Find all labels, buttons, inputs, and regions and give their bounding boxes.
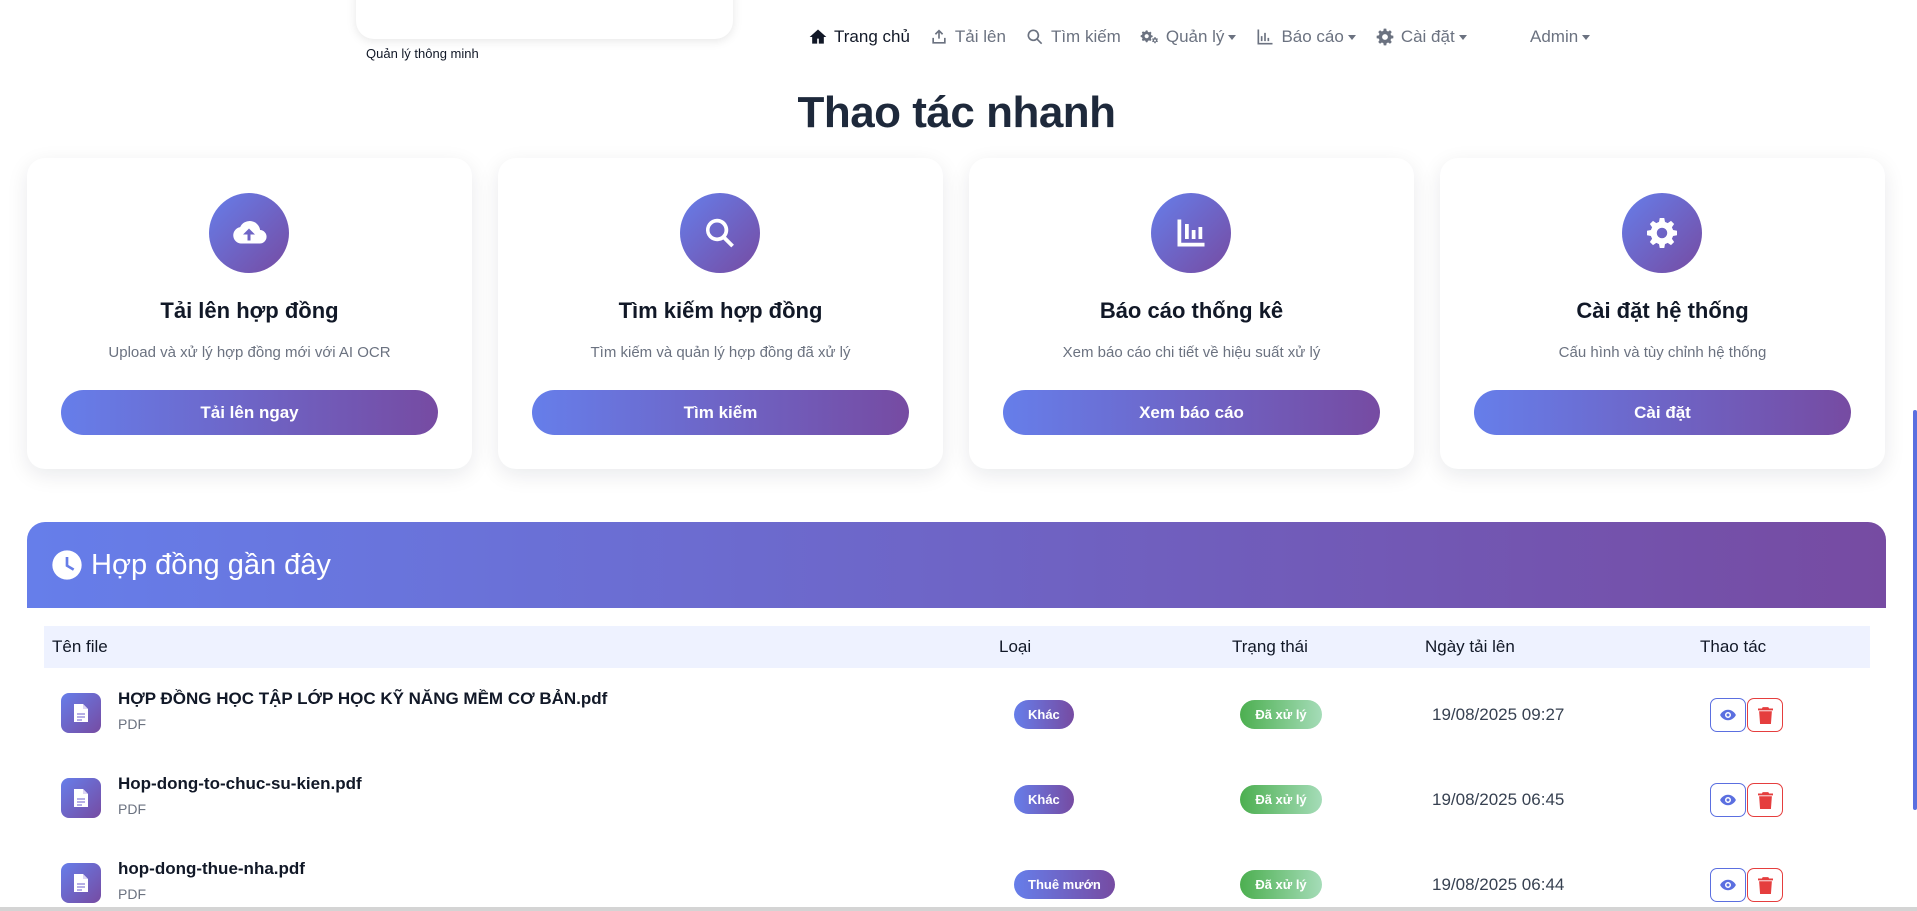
- quick-action-card-reports: Báo cáo thống kê Xem báo cáo chi tiết về…: [969, 158, 1414, 469]
- bar-chart-icon: [1151, 193, 1231, 273]
- trash-icon: [1757, 706, 1773, 724]
- search-button[interactable]: Tìm kiếm: [532, 390, 909, 435]
- type-badge: Khác: [1014, 785, 1074, 814]
- file-name[interactable]: Hop-dong-to-chuc-su-kien.pdf: [118, 774, 362, 794]
- nav-item-label: Trang chủ: [834, 27, 910, 46]
- view-report-button[interactable]: Xem báo cáo: [1003, 390, 1380, 435]
- quick-action-card-settings: Cài đặt hệ thống Cấu hình và tùy chỉnh h…: [1440, 158, 1885, 469]
- upload-date: 19/08/2025 09:27: [1432, 705, 1565, 724]
- file-name[interactable]: HỢP ĐỒNG HỌC TẬP LỚP HỌC KỸ NĂNG MỀM CƠ …: [118, 689, 607, 709]
- file-extension: PDF: [118, 886, 146, 902]
- quick-actions-title: Thao tác nhanh: [797, 88, 1116, 137]
- horizontal-scrollbar[interactable]: [0, 907, 1917, 911]
- recent-contracts-title: Hợp đồng gần đây: [91, 548, 331, 581]
- chart-icon: [1257, 29, 1273, 45]
- upload-date: 19/08/2025 06:45: [1432, 790, 1565, 809]
- search-icon: [680, 193, 760, 273]
- nav-item-label: Báo cáo: [1281, 27, 1344, 46]
- chevron-down-icon: [1347, 34, 1356, 40]
- status-badge: Đã xử lý: [1240, 785, 1322, 814]
- logo-card: [356, 0, 733, 39]
- trash-icon: [1757, 876, 1773, 894]
- card-title: Cài đặt hệ thống: [1576, 298, 1749, 323]
- nav-item-search[interactable]: Tìm kiếm: [1025, 27, 1121, 47]
- type-badge: Khác: [1014, 700, 1074, 729]
- chevron-down-icon: [1228, 34, 1237, 40]
- column-header-date: Ngày tải lên: [1425, 637, 1515, 656]
- brand-subtitle: Quản lý thông minh: [366, 46, 479, 61]
- card-description: Cấu hình và tùy chỉnh hệ thống: [1558, 344, 1767, 361]
- cogs-icon: [1140, 30, 1158, 44]
- trash-icon: [1757, 791, 1773, 809]
- clock-icon: [52, 550, 82, 580]
- column-header-actions: Thao tác: [1700, 637, 1767, 656]
- view-button[interactable]: [1710, 698, 1746, 732]
- file-icon: [61, 778, 101, 818]
- nav-item-label: Quản lý: [1165, 27, 1225, 46]
- gear-icon: [1622, 193, 1702, 273]
- delete-button[interactable]: [1747, 783, 1783, 817]
- card-title: Tìm kiếm hợp đồng: [618, 298, 823, 323]
- eye-icon: [1720, 794, 1736, 806]
- card-description: Upload và xử lý hợp đồng mới với AI OCR: [108, 344, 391, 361]
- nav-item-label: Cài đặt: [1400, 27, 1455, 46]
- user-menu[interactable]: Admin: [1530, 25, 1591, 49]
- recent-contracts-header: Hợp đồng gần đây: [27, 522, 1886, 608]
- delete-button[interactable]: [1747, 868, 1783, 902]
- page-scrollbar[interactable]: [1913, 410, 1917, 810]
- view-button[interactable]: [1710, 868, 1746, 902]
- delete-button[interactable]: [1747, 698, 1783, 732]
- card-title: Tải lên hợp đồng: [160, 298, 339, 323]
- home-icon: [809, 29, 827, 44]
- settings-button[interactable]: Cài đặt: [1474, 390, 1851, 435]
- column-header-file: Tên file: [52, 637, 108, 656]
- file-extension: PDF: [118, 801, 146, 817]
- type-badge: Thuê mướn: [1014, 870, 1115, 899]
- card-title: Báo cáo thống kê: [1099, 298, 1284, 323]
- status-badge: Đã xử lý: [1240, 700, 1322, 729]
- card-description: Tìm kiếm và quản lý hợp đồng đã xử lý: [590, 344, 851, 361]
- file-name[interactable]: hop-dong-thue-nha.pdf: [118, 859, 305, 879]
- search-icon: [1027, 29, 1043, 45]
- upload-now-button[interactable]: Tải lên ngay: [61, 390, 438, 435]
- column-header-type: Loại: [999, 637, 1032, 656]
- column-header-status: Trạng thái: [1232, 637, 1308, 656]
- eye-icon: [1720, 709, 1736, 721]
- upload-date: 19/08/2025 06:44: [1432, 875, 1565, 894]
- nav-item-upload[interactable]: Tải lên: [929, 27, 1006, 47]
- quick-action-card-search: Tìm kiếm hợp đồng Tìm kiếm và quản lý hợ…: [498, 158, 943, 469]
- nav-item-settings[interactable]: Cài đặt: [1375, 27, 1467, 47]
- nav-item-reports[interactable]: Báo cáo: [1255, 27, 1356, 47]
- table-row: Hop-dong-to-chuc-su-kien.pdf PDF Khác Đã…: [44, 755, 1870, 840]
- table-row: HỢP ĐỒNG HỌC TẬP LỚP HỌC KỸ NĂNG MỀM CƠ …: [44, 670, 1870, 755]
- file-extension: PDF: [118, 716, 146, 732]
- card-description: Xem báo cáo chi tiết về hiệu suất xử lý: [1062, 344, 1321, 361]
- file-icon: [61, 693, 101, 733]
- nav-item-manage[interactable]: Quản lý: [1140, 27, 1237, 47]
- main-nav: Trang chủ Tải lên Tìm kiếm Quản lý Báo c…: [808, 25, 1486, 49]
- nav-item-home[interactable]: Trang chủ: [808, 27, 910, 47]
- user-name: Admin: [1530, 27, 1579, 46]
- quick-action-card-upload: Tải lên hợp đồng Upload và xử lý hợp đồn…: [27, 158, 472, 469]
- chevron-down-icon: [1458, 34, 1467, 40]
- recent-contracts-panel: Hợp đồng gần đây Tên file Loại Trạng thá…: [27, 522, 1886, 911]
- view-button[interactable]: [1710, 783, 1746, 817]
- chevron-down-icon: [1582, 34, 1591, 40]
- eye-icon: [1720, 879, 1736, 891]
- file-icon: [61, 863, 101, 903]
- table-header: Tên file Loại Trạng thái Ngày tải lên Th…: [44, 626, 1870, 668]
- upload-icon: [932, 29, 946, 44]
- status-badge: Đã xử lý: [1240, 870, 1322, 899]
- nav-item-label: Tìm kiếm: [1050, 27, 1121, 46]
- table-row: hop-dong-thue-nha.pdf PDF Thuê mướn Đã x…: [44, 840, 1870, 911]
- gear-icon: [1376, 28, 1394, 46]
- cloud-upload-icon: [209, 193, 289, 273]
- nav-item-label: Tải lên: [954, 27, 1006, 46]
